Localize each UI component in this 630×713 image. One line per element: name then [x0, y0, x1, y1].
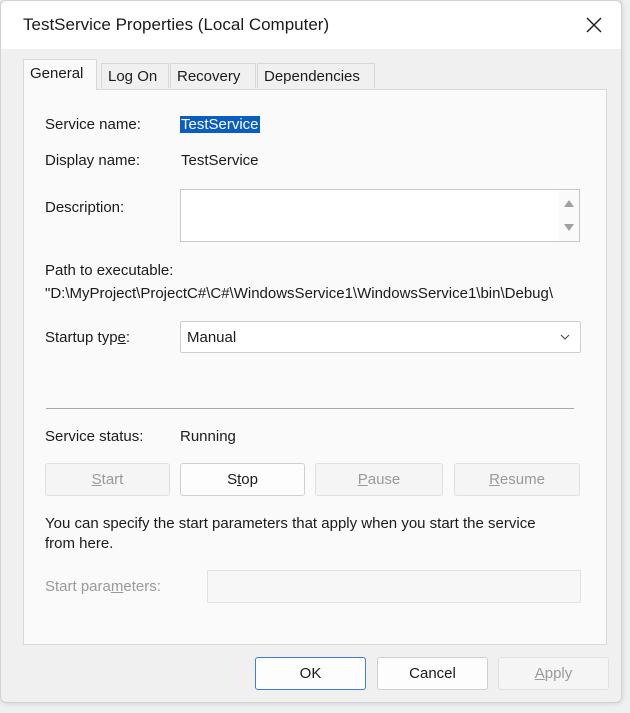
- startup-type-value: Manual: [187, 329, 237, 346]
- tab-log-on[interactable]: Log On: [101, 63, 169, 88]
- path-value: "D:\MyProject\ProjectC#\C#\WindowsServic…: [45, 285, 554, 302]
- ok-button-label: OK: [299, 665, 322, 682]
- tab-recovery-label: Recovery: [177, 68, 241, 85]
- window-title: TestService Properties (Local Computer): [23, 15, 330, 34]
- apply-button-rest: pply: [544, 665, 573, 682]
- start-parameters-label-part1: Start para: [45, 578, 111, 595]
- tab-general[interactable]: General: [23, 59, 97, 90]
- pause-button-accel: P: [357, 471, 368, 488]
- scroll-down-icon[interactable]: [564, 224, 574, 232]
- cancel-button[interactable]: Cancel: [377, 657, 488, 690]
- cancel-button-label: Cancel: [409, 665, 456, 682]
- service-status-label: Service status:: [45, 428, 144, 445]
- hint-text-line1: You can specify the start parameters tha…: [45, 515, 536, 532]
- description-label: Description:: [45, 199, 125, 216]
- service-name-text: TestService: [180, 116, 260, 133]
- chevron-down-icon: [560, 334, 570, 340]
- pause-button[interactable]: Pause: [315, 463, 443, 496]
- start-parameters-label-accel: m: [110, 578, 124, 595]
- ok-button[interactable]: OK: [255, 657, 366, 690]
- title-bar: TestService Properties (Local Computer): [1, 1, 621, 49]
- path-label: Path to executable:: [45, 262, 174, 279]
- tab-recovery[interactable]: Recovery: [170, 63, 256, 88]
- startup-type-label: Startup type:: [45, 329, 130, 346]
- stop-button-rest: op: [241, 471, 258, 488]
- close-icon: [586, 17, 602, 33]
- pause-button-rest: ause: [367, 471, 401, 488]
- start-parameters-label: Start parameters:: [45, 578, 161, 595]
- section-divider: [46, 408, 574, 409]
- description-scrollbar[interactable]: [559, 190, 579, 241]
- startup-type-select[interactable]: Manual: [180, 321, 581, 353]
- service-name-label: Service name:: [45, 116, 141, 133]
- properties-dialog: TestService Properties (Local Computer) …: [0, 0, 622, 703]
- resume-button[interactable]: Resume: [454, 463, 580, 496]
- resume-button-rest: esume: [499, 471, 545, 488]
- tab-general-label: General: [30, 65, 84, 82]
- apply-button-accel: A: [534, 665, 545, 682]
- tab-dependencies-label: Dependencies: [264, 68, 360, 85]
- resume-button-accel: R: [489, 471, 500, 488]
- close-button[interactable]: [575, 7, 613, 43]
- display-name-value: TestService: [181, 152, 259, 169]
- start-parameters-input[interactable]: [207, 570, 581, 603]
- start-button[interactable]: Start: [45, 463, 170, 496]
- startup-type-label-part3: :: [125, 329, 131, 346]
- service-status-value: Running: [180, 428, 236, 445]
- tab-dependencies[interactable]: Dependencies: [257, 63, 375, 88]
- stop-button-part1: S: [227, 471, 238, 488]
- scroll-up-icon[interactable]: [564, 199, 574, 207]
- start-button-accel: S: [91, 471, 102, 488]
- start-button-rest: tart: [101, 471, 124, 488]
- general-panel: Service name: TestService Display name: …: [23, 89, 607, 645]
- description-field[interactable]: [180, 189, 580, 242]
- display-name-label: Display name:: [45, 152, 141, 169]
- hint-text-line2: from here.: [45, 535, 114, 552]
- tab-log-on-label: Log On: [108, 68, 158, 85]
- service-name-value[interactable]: TestService: [180, 116, 260, 133]
- startup-type-label-part1: Startup typ: [45, 329, 118, 346]
- apply-button[interactable]: Apply: [498, 657, 609, 690]
- startup-type-label-accel: e: [117, 329, 126, 346]
- stop-button[interactable]: St op: [180, 463, 305, 496]
- start-parameters-label-part3: eters:: [123, 578, 161, 595]
